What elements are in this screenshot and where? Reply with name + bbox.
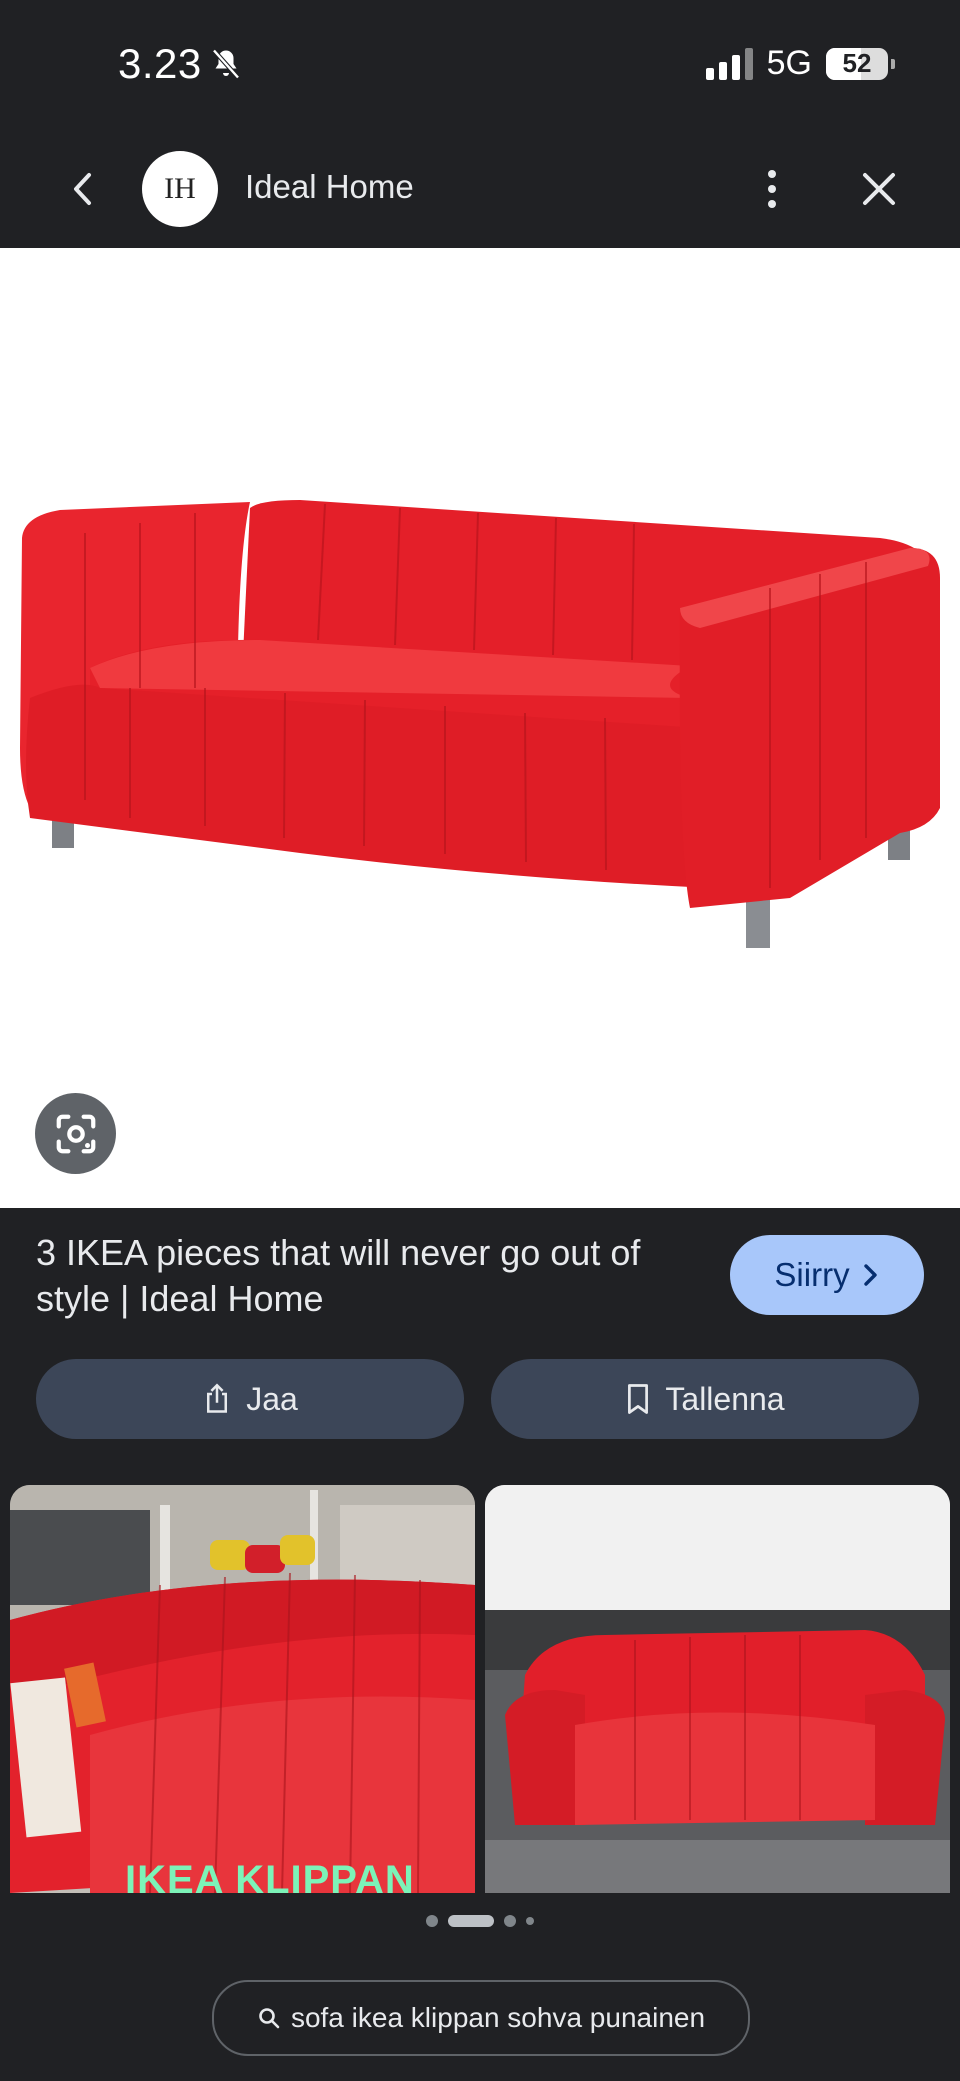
status-indicators: 5G 52	[705, 44, 895, 83]
chevron-left-icon	[74, 173, 91, 205]
back-button[interactable]	[60, 166, 106, 212]
status-time: 3.23	[118, 40, 244, 88]
status-bar: 3.23 5G 52	[0, 0, 960, 130]
carousel-indicator	[0, 1915, 960, 1927]
carousel-dot	[526, 1917, 534, 1925]
share-label: Jaa	[246, 1380, 298, 1417]
dot	[768, 200, 776, 208]
share-icon	[207, 1383, 228, 1413]
bookmark-icon	[628, 1384, 649, 1414]
carousel-dot	[504, 1915, 516, 1927]
dot	[768, 170, 776, 178]
site-logo[interactable]: IH	[142, 151, 218, 227]
visit-label: Siirry	[774, 1256, 850, 1293]
time-text: 3.23	[118, 40, 202, 87]
app-bar: IH Ideal Home	[0, 130, 960, 248]
lens-button[interactable]	[35, 1093, 116, 1174]
thumb-caption: IKEA KLIPPAN	[125, 1858, 415, 1893]
close-icon	[863, 173, 895, 205]
battery-level: 52	[842, 48, 872, 78]
related-image-2[interactable]	[485, 1485, 950, 1893]
signal-icon	[705, 47, 753, 80]
network-type: 5G	[766, 44, 812, 82]
related-image-1[interactable]: IKEA KLIPPAN	[10, 1485, 475, 1893]
result-title[interactable]: 3 IKEA pieces that will never go out of …	[36, 1230, 716, 1322]
more-options-button[interactable]	[752, 164, 792, 214]
red-sofa-image	[20, 500, 940, 948]
search-query-chip[interactable]: sofa ikea klippan sohva punainen	[212, 1980, 750, 2056]
store-sofa-photo	[10, 1485, 475, 1893]
save-label: Tallenna	[665, 1380, 785, 1417]
share-button[interactable]: Jaa	[36, 1359, 464, 1439]
chevron-right-icon	[863, 1264, 877, 1286]
close-button[interactable]	[856, 166, 902, 212]
save-button[interactable]: Tallenna	[491, 1359, 919, 1439]
listing-sofa-photo	[485, 1485, 950, 1893]
visit-button[interactable]: Siirry	[730, 1235, 924, 1315]
carousel-dot	[426, 1915, 438, 1927]
search-icon	[259, 2008, 280, 2029]
site-name[interactable]: Ideal Home	[245, 168, 414, 206]
carousel-dot-active	[448, 1915, 494, 1927]
battery-icon: 52	[826, 47, 895, 80]
dot	[768, 185, 776, 193]
search-query-text: sofa ikea klippan sohva punainen	[290, 2002, 706, 2033]
bell-muted-icon	[212, 49, 240, 79]
main-image[interactable]	[0, 248, 960, 1208]
lens-search-icon	[56, 1114, 95, 1153]
